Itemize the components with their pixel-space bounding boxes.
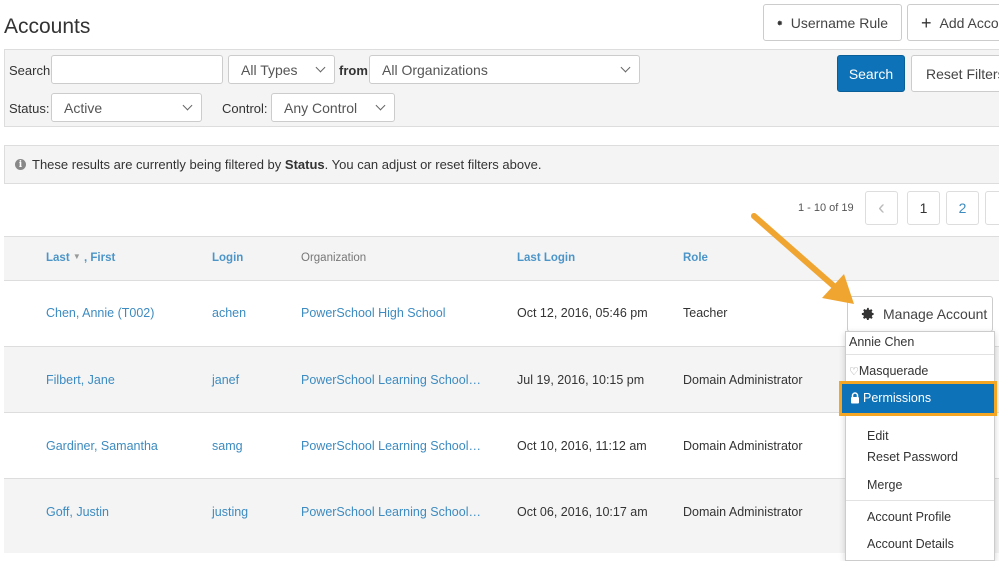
menu-header-user: Annie Chen bbox=[849, 335, 915, 349]
organization-link[interactable]: PowerSchool Learning School… bbox=[301, 373, 481, 387]
column-header-organization: Organization bbox=[301, 252, 367, 264]
sort-down-icon: ▼ bbox=[72, 252, 81, 261]
role-value: Domain Administrator bbox=[683, 373, 803, 387]
page-1-button[interactable]: 1 bbox=[907, 191, 940, 225]
column-header-login[interactable]: Login bbox=[212, 252, 243, 264]
account-name-link[interactable]: Filbert, Jane bbox=[46, 373, 115, 387]
control-select-value: Any Control bbox=[284, 99, 358, 116]
search-label: Search bbox=[9, 63, 51, 78]
column-header-role[interactable]: Role bbox=[683, 252, 708, 264]
menu-item-masquerade[interactable]: ♡Masquerade bbox=[849, 364, 997, 378]
menu-item-permissions-label: Permissions bbox=[863, 391, 932, 405]
menu-item-merge[interactable]: Merge bbox=[867, 478, 999, 492]
reset-filters-button[interactable]: Reset Filters bbox=[911, 55, 999, 92]
last-login-value: Jul 19, 2016, 10:15 pm bbox=[517, 373, 645, 387]
last-login-value: Oct 06, 2016, 10:17 am bbox=[517, 505, 648, 519]
gear-icon bbox=[777, 19, 783, 25]
organization-select[interactable]: All Organizations bbox=[369, 55, 640, 84]
menu-divider bbox=[846, 500, 994, 501]
page-title: Accounts bbox=[4, 15, 91, 38]
menu-item-account-profile[interactable]: Account Profile bbox=[867, 510, 999, 524]
chevron-down-icon bbox=[182, 100, 193, 111]
filter-info-bar: i These results are currently being filt… bbox=[4, 145, 999, 184]
menu-item-reset-password[interactable]: Reset Password bbox=[867, 450, 999, 464]
gear-icon bbox=[861, 307, 874, 321]
info-suffix: . You can adjust or reset filters above. bbox=[324, 157, 542, 172]
prev-page-button[interactable]: ‹ bbox=[865, 191, 898, 225]
arrow-annotation bbox=[751, 213, 854, 304]
account-login-link[interactable]: samg bbox=[212, 439, 243, 453]
page-2-button[interactable]: 2 bbox=[946, 191, 979, 225]
account-name-link[interactable]: Gardiner, Samantha bbox=[46, 439, 158, 453]
add-account-button[interactable]: + Add Account bbox=[907, 4, 999, 41]
status-select-value: Active bbox=[64, 99, 103, 116]
menu-item-account-details[interactable]: Account Details bbox=[867, 537, 999, 551]
column-header-first[interactable]: , First bbox=[84, 252, 115, 264]
organization-link[interactable]: PowerSchool High School bbox=[301, 306, 446, 320]
role-value: Domain Administrator bbox=[683, 439, 803, 453]
page-next-button-partial[interactable] bbox=[985, 191, 999, 225]
info-filter-name: Status bbox=[284, 157, 325, 172]
type-select-value: All Types bbox=[241, 61, 298, 78]
chevron-down-icon bbox=[315, 62, 326, 73]
last-login-value: Oct 10, 2016, 11:12 am bbox=[517, 439, 647, 453]
username-rule-label: Username Rule bbox=[790, 14, 888, 31]
info-prefix: These results are currently being filter… bbox=[32, 157, 282, 172]
column-header-last[interactable]: Last bbox=[46, 252, 70, 264]
search-input[interactable] bbox=[51, 55, 223, 84]
role-value: Domain Administrator bbox=[683, 505, 803, 519]
organization-link[interactable]: PowerSchool Learning School… bbox=[301, 505, 481, 519]
username-rule-button[interactable]: Username Rule bbox=[763, 4, 902, 41]
gem-icon: ♡ bbox=[849, 366, 859, 378]
control-label: Control: bbox=[222, 101, 268, 116]
type-select[interactable]: All Types bbox=[228, 55, 335, 84]
manage-account-label: Manage Account bbox=[883, 306, 988, 322]
column-header-last-login[interactable]: Last Login bbox=[517, 252, 575, 264]
manage-account-menu: Annie Chen ♡Masquerade Edit Reset Passwo… bbox=[845, 331, 995, 561]
account-name-link[interactable]: Goff, Justin bbox=[46, 505, 109, 519]
last-login-value: Oct 12, 2016, 05:46 pm bbox=[517, 306, 648, 320]
account-login-link[interactable]: achen bbox=[212, 306, 246, 320]
role-value: Teacher bbox=[683, 306, 728, 320]
add-account-label: Add Account bbox=[939, 14, 999, 31]
menu-divider bbox=[846, 354, 994, 355]
organization-select-value: All Organizations bbox=[382, 61, 488, 78]
organization-link[interactable]: PowerSchool Learning School… bbox=[301, 439, 481, 453]
from-label: from bbox=[339, 63, 368, 78]
status-select[interactable]: Active bbox=[51, 93, 202, 122]
account-login-link[interactable]: justing bbox=[212, 505, 248, 519]
menu-item-permissions[interactable]: Permissions bbox=[839, 381, 997, 416]
info-icon: i bbox=[15, 159, 26, 170]
account-login-link[interactable]: janef bbox=[212, 373, 239, 387]
menu-item-edit[interactable]: Edit bbox=[867, 429, 999, 443]
status-label: Status: bbox=[9, 101, 50, 116]
manage-account-button[interactable]: Manage Account bbox=[847, 296, 993, 332]
chevron-down-icon bbox=[375, 100, 386, 111]
chevron-down-icon bbox=[620, 62, 631, 73]
control-select[interactable]: Any Control bbox=[271, 93, 395, 122]
account-name-link[interactable]: Chen, Annie (T002) bbox=[46, 306, 154, 320]
plus-icon: + bbox=[921, 12, 932, 33]
search-button[interactable]: Search bbox=[837, 55, 905, 92]
column-header-name[interactable]: Last ▼ , First bbox=[46, 252, 115, 264]
lock-icon bbox=[851, 392, 859, 404]
